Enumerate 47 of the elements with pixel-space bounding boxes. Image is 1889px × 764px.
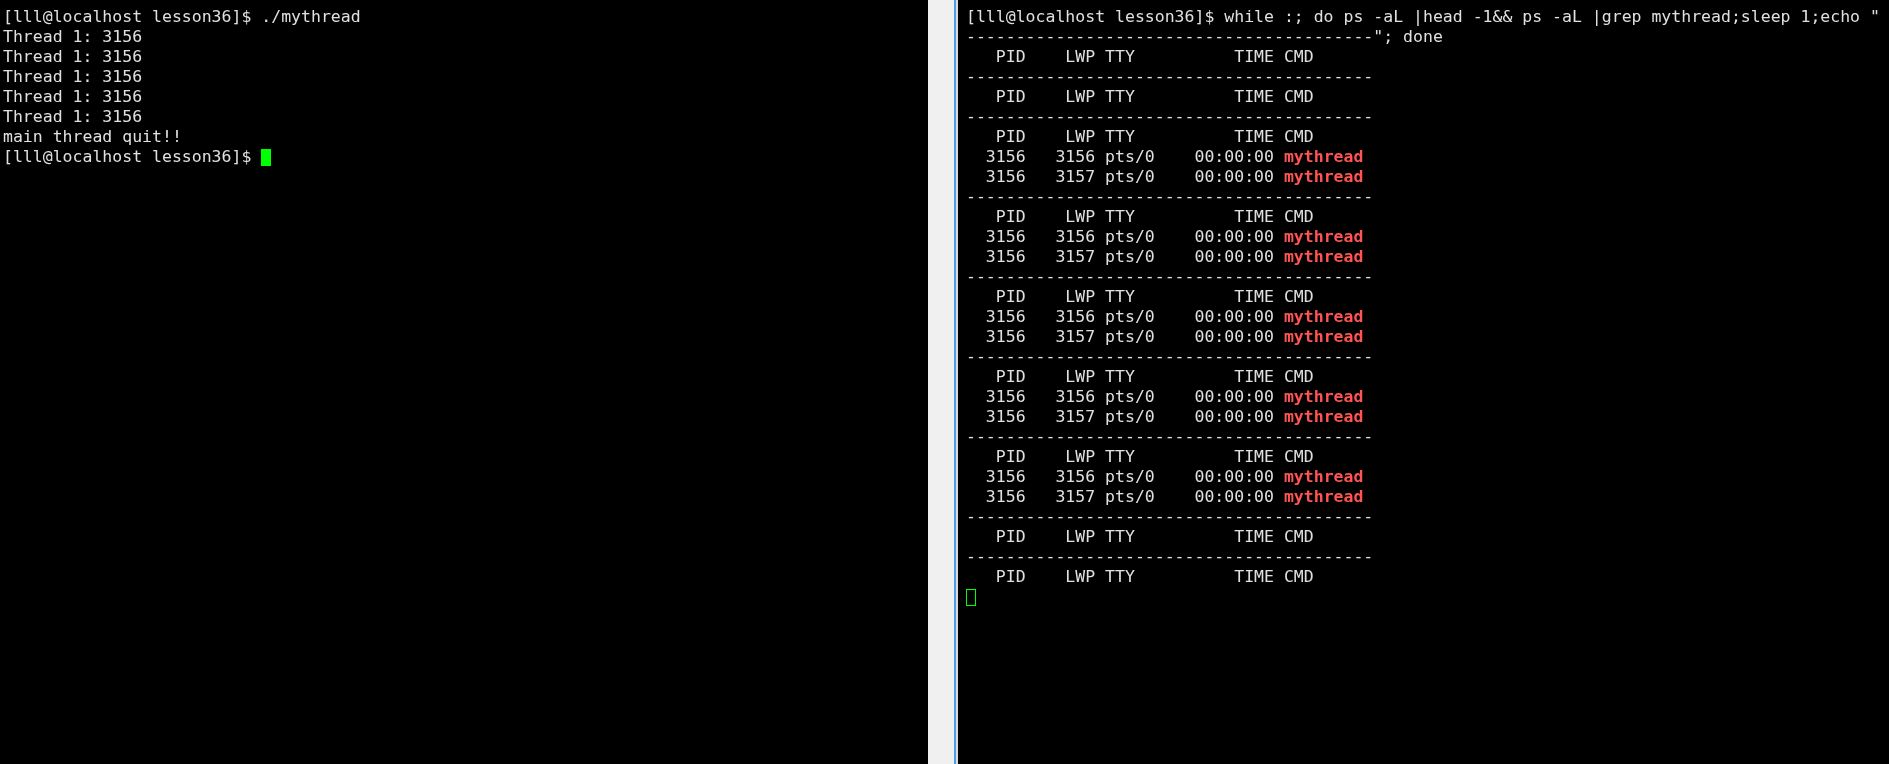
terminal-line: PID LWP TTY TIME CMD	[994, 87, 1314, 107]
terminal-line: -----------------------------------------	[966, 427, 1374, 447]
terminal-line: -----------------------------------------	[966, 67, 1374, 87]
terminal-line: [lll@localhost lesson36]$ while :; do ps -aL |head -1&& ps -aL |grep mythread;sleep 1;echo "	[966, 7, 1880, 27]
terminal-line: PID LWP TTY TIME CMD	[994, 447, 1314, 467]
process-name: mythread	[1283, 167, 1364, 187]
terminal-line: PID LWP TTY TIME CMD	[994, 567, 1314, 587]
terminal-line: Thread 1: 3156	[3, 67, 143, 87]
process-row-text: 3156 3157 pts/0 00:00:00	[984, 487, 1275, 507]
terminal-line: PID LWP TTY TIME CMD	[994, 367, 1314, 387]
process-row-text: 3156 3156 pts/0 00:00:00	[984, 147, 1275, 167]
process-row-text: 3156 3157 pts/0 00:00:00	[984, 327, 1275, 347]
terminal-line: PID LWP TTY TIME CMD	[994, 47, 1314, 67]
terminal-line: PID LWP TTY TIME CMD	[994, 287, 1314, 307]
terminal-line: Thread 1: 3156	[3, 87, 143, 107]
process-name: mythread	[1283, 387, 1364, 407]
terminal-line: PID LWP TTY TIME CMD	[994, 207, 1314, 227]
process-row-text: 3156 3156 pts/0 00:00:00	[984, 467, 1275, 487]
shell-prompt: [lll@localhost lesson36]$	[3, 147, 253, 167]
process-row-text: 3156 3157 pts/0 00:00:00	[984, 407, 1275, 427]
process-row-text: 3156 3157 pts/0 00:00:00	[984, 247, 1275, 267]
process-row-text: 3156 3156 pts/0 00:00:00	[984, 387, 1275, 407]
terminal-line: Thread 1: 3156	[3, 47, 143, 67]
process-name: mythread	[1283, 307, 1364, 327]
process-name: mythread	[1283, 407, 1364, 427]
terminal-line: -----------------------------------------	[966, 507, 1374, 527]
terminal-line: -----------------------------------------	[966, 107, 1374, 127]
process-name: mythread	[1283, 147, 1364, 167]
process-name: mythread	[1283, 467, 1364, 487]
terminal-line: -----------------------------------------"; done	[966, 27, 1443, 47]
terminal-line: -----------------------------------------	[966, 267, 1374, 287]
terminal-line: -----------------------------------------	[966, 547, 1374, 567]
terminal-line: PID LWP TTY TIME CMD	[994, 127, 1314, 147]
terminal-line: PID LWP TTY TIME CMD	[994, 527, 1314, 547]
process-name: mythread	[1283, 227, 1364, 247]
terminal-line: [lll@localhost lesson36]$ ./mythread	[3, 7, 361, 27]
process-name: mythread	[1283, 327, 1364, 347]
terminal-line: Thread 1: 3156	[3, 107, 143, 127]
terminal-line: Thread 1: 3156	[3, 27, 143, 47]
process-name: mythread	[1283, 247, 1364, 267]
process-row-text: 3156 3156 pts/0 00:00:00	[984, 227, 1275, 247]
process-row-text: 3156 3157 pts/0 00:00:00	[984, 167, 1275, 187]
terminal-line: -----------------------------------------	[966, 347, 1374, 367]
process-name: mythread	[1283, 487, 1364, 507]
terminal-line: main thread quit!!	[3, 127, 182, 147]
terminal-line: -----------------------------------------	[966, 187, 1374, 207]
process-row-text: 3156 3156 pts/0 00:00:00	[984, 307, 1275, 327]
